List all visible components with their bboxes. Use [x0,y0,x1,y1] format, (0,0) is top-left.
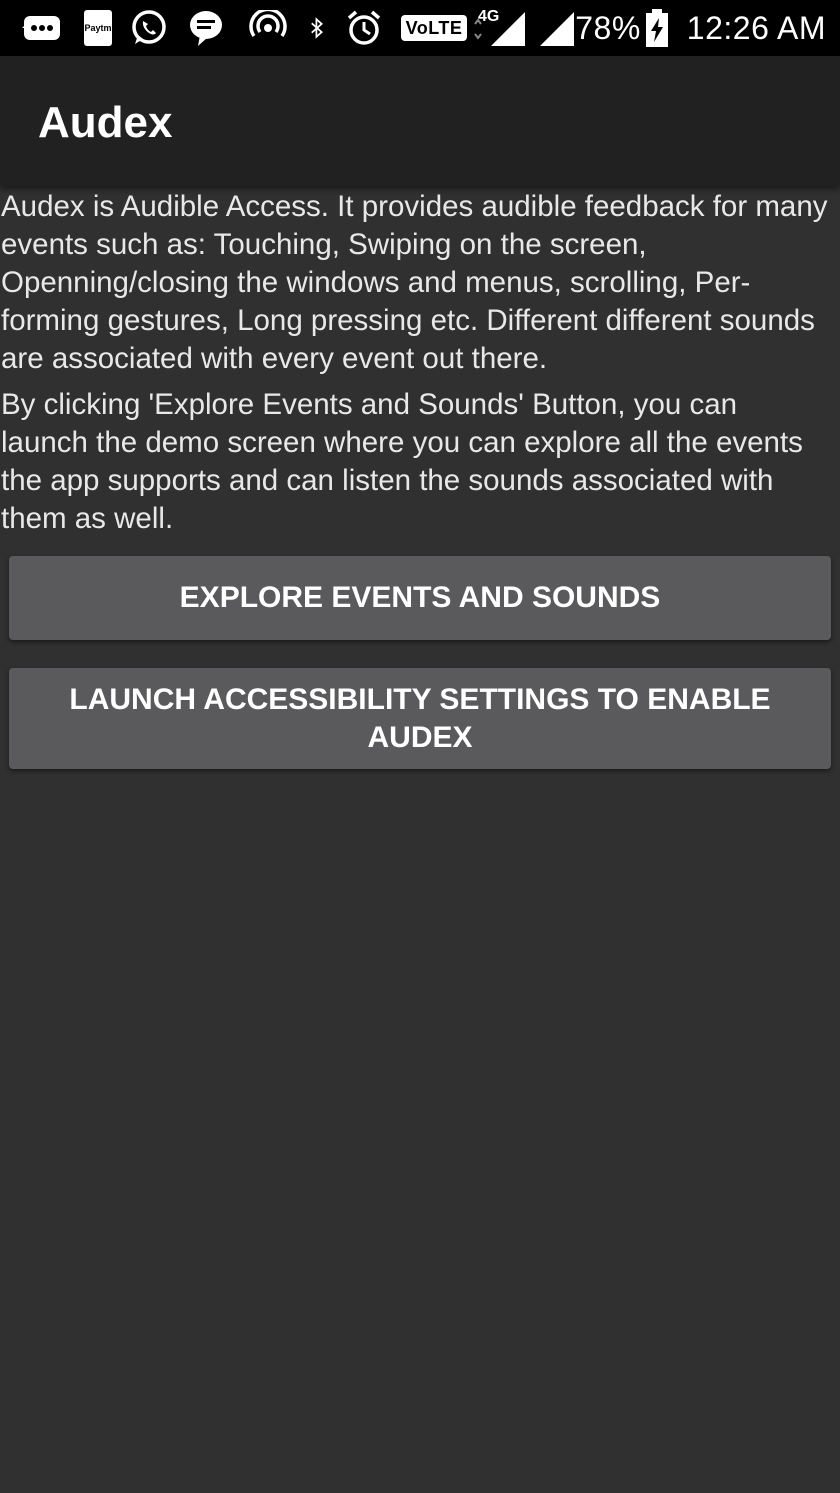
description: Audex is Audible Access. It provides aud… [0,188,840,538]
volte-icon: VoLTE [400,0,468,56]
notification-icons: Paytm VoLTE 4G [0,0,578,56]
battery-icon [645,9,669,47]
explore-events-button[interactable]: EXPLORE EVENTS AND SOUNDS [9,556,831,640]
description-paragraph-1: Audex is Audible Access. It provides aud… [1,190,828,375]
status-right: 78% 12:26 AM [575,0,826,56]
launch-accessibility-settings-button[interactable]: LAUNCH ACCESSIBILITY SETTINGS TO ENABLE … [9,668,831,769]
battery-percent: 78% [575,9,641,46]
clock: 12:26 AM [686,9,826,46]
network-4g-label: 4G [478,8,500,25]
volte-label: VoLTE [400,15,468,41]
paytm-icon: Paytm [84,0,112,56]
hotspot-icon [226,0,310,56]
description-paragraph-2: By clicking 'Explore Events and Sounds' … [1,388,803,535]
app-bar: Audex [0,56,840,186]
network-4g-icon: 4G [464,0,534,56]
chat-bubble-icon [186,0,226,56]
paytm-label: Paytm [84,10,112,46]
message-dots-icon [0,0,84,56]
bluetooth-icon [310,0,324,56]
status-bar: Paytm VoLTE 4G 78% 12:26 AM [0,0,840,56]
alarm-icon [324,0,404,56]
whatsapp-icon [112,0,186,56]
app-title: Audex [38,98,173,147]
signal-icon [534,0,578,56]
